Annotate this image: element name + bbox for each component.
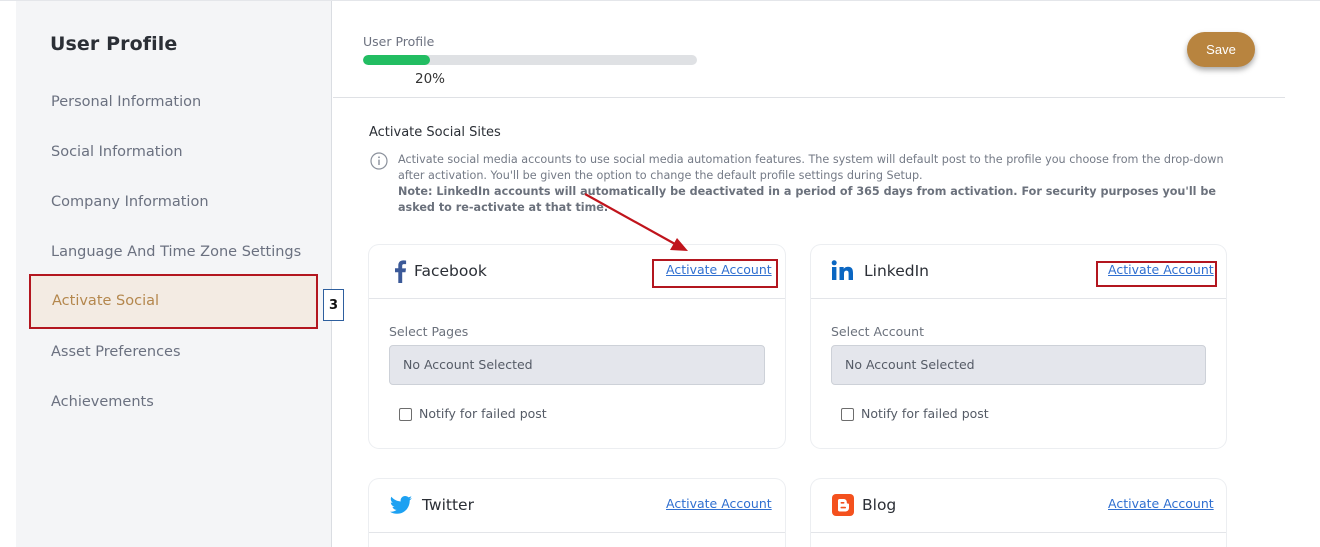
linkedin-notify-label: Notify for failed post xyxy=(861,406,989,421)
progress-label: User Profile xyxy=(363,34,435,49)
facebook-notify-checkbox[interactable] xyxy=(399,408,412,421)
info-text: Activate social media accounts to use so… xyxy=(398,152,1238,216)
linkedin-account-select[interactable]: No Account Selected xyxy=(831,345,1206,385)
card-header: Blog Activate Account xyxy=(811,479,1226,533)
facebook-notify-label: Notify for failed post xyxy=(419,406,547,421)
twitter-card: Twitter Activate Account xyxy=(369,479,785,547)
linkedin-icon xyxy=(831,260,853,280)
twitter-icon xyxy=(390,496,412,514)
sidebar-item-label: Activate Social xyxy=(52,293,160,309)
blog-title: Blog xyxy=(862,496,897,514)
sidebar-item-asset-preferences[interactable]: Asset Preferences xyxy=(51,344,181,360)
blog-activate-link[interactable]: Activate Account xyxy=(1108,496,1214,511)
sidebar-item-language-time-zone[interactable]: Language And Time Zone Settings xyxy=(51,244,301,260)
card-header: Twitter Activate Account xyxy=(369,479,785,533)
progress-fill xyxy=(363,55,430,65)
card-header: Facebook Activate Account xyxy=(369,245,785,299)
section-title: Activate Social Sites xyxy=(369,125,501,140)
sidebar: User Profile Personal Information Social… xyxy=(16,1,332,547)
linkedin-card: LinkedIn Activate Account Select Account… xyxy=(811,245,1226,448)
app-window: User Profile Personal Information Social… xyxy=(0,0,1320,547)
sidebar-item-personal-information[interactable]: Personal Information xyxy=(51,94,201,110)
facebook-field-label: Select Pages xyxy=(389,324,469,339)
linkedin-notify-checkbox[interactable] xyxy=(841,408,854,421)
step-badge: 3 xyxy=(323,289,344,321)
info-icon xyxy=(370,152,388,170)
card-header: LinkedIn Activate Account xyxy=(811,245,1226,299)
facebook-icon xyxy=(395,260,407,283)
sidebar-item-company-information[interactable]: Company Information xyxy=(51,194,209,210)
linkedin-link-highlight xyxy=(1096,261,1217,287)
progress-percent: 20% xyxy=(415,71,446,87)
blog-icon xyxy=(832,494,854,516)
sidebar-item-activate-social[interactable]: Activate Social xyxy=(29,274,318,329)
progress-bar xyxy=(363,55,697,65)
info-description: Activate social media accounts to use so… xyxy=(398,153,1224,182)
info-note: Note: LinkedIn accounts will automatical… xyxy=(398,185,1216,214)
facebook-card: Facebook Activate Account Select Pages N… xyxy=(369,245,785,448)
sidebar-item-social-information[interactable]: Social Information xyxy=(51,144,183,160)
sidebar-item-achievements[interactable]: Achievements xyxy=(51,394,154,410)
save-button[interactable]: Save xyxy=(1187,32,1255,67)
header-divider xyxy=(333,97,1285,98)
linkedin-title: LinkedIn xyxy=(864,262,929,280)
twitter-title: Twitter xyxy=(422,496,474,514)
facebook-link-highlight xyxy=(652,259,778,288)
twitter-activate-link[interactable]: Activate Account xyxy=(666,496,772,511)
facebook-title: Facebook xyxy=(414,262,487,280)
facebook-pages-select[interactable]: No Account Selected xyxy=(389,345,765,385)
linkedin-field-label: Select Account xyxy=(831,324,925,339)
blog-card: Blog Activate Account xyxy=(811,479,1226,547)
sidebar-title: User Profile xyxy=(50,33,178,55)
